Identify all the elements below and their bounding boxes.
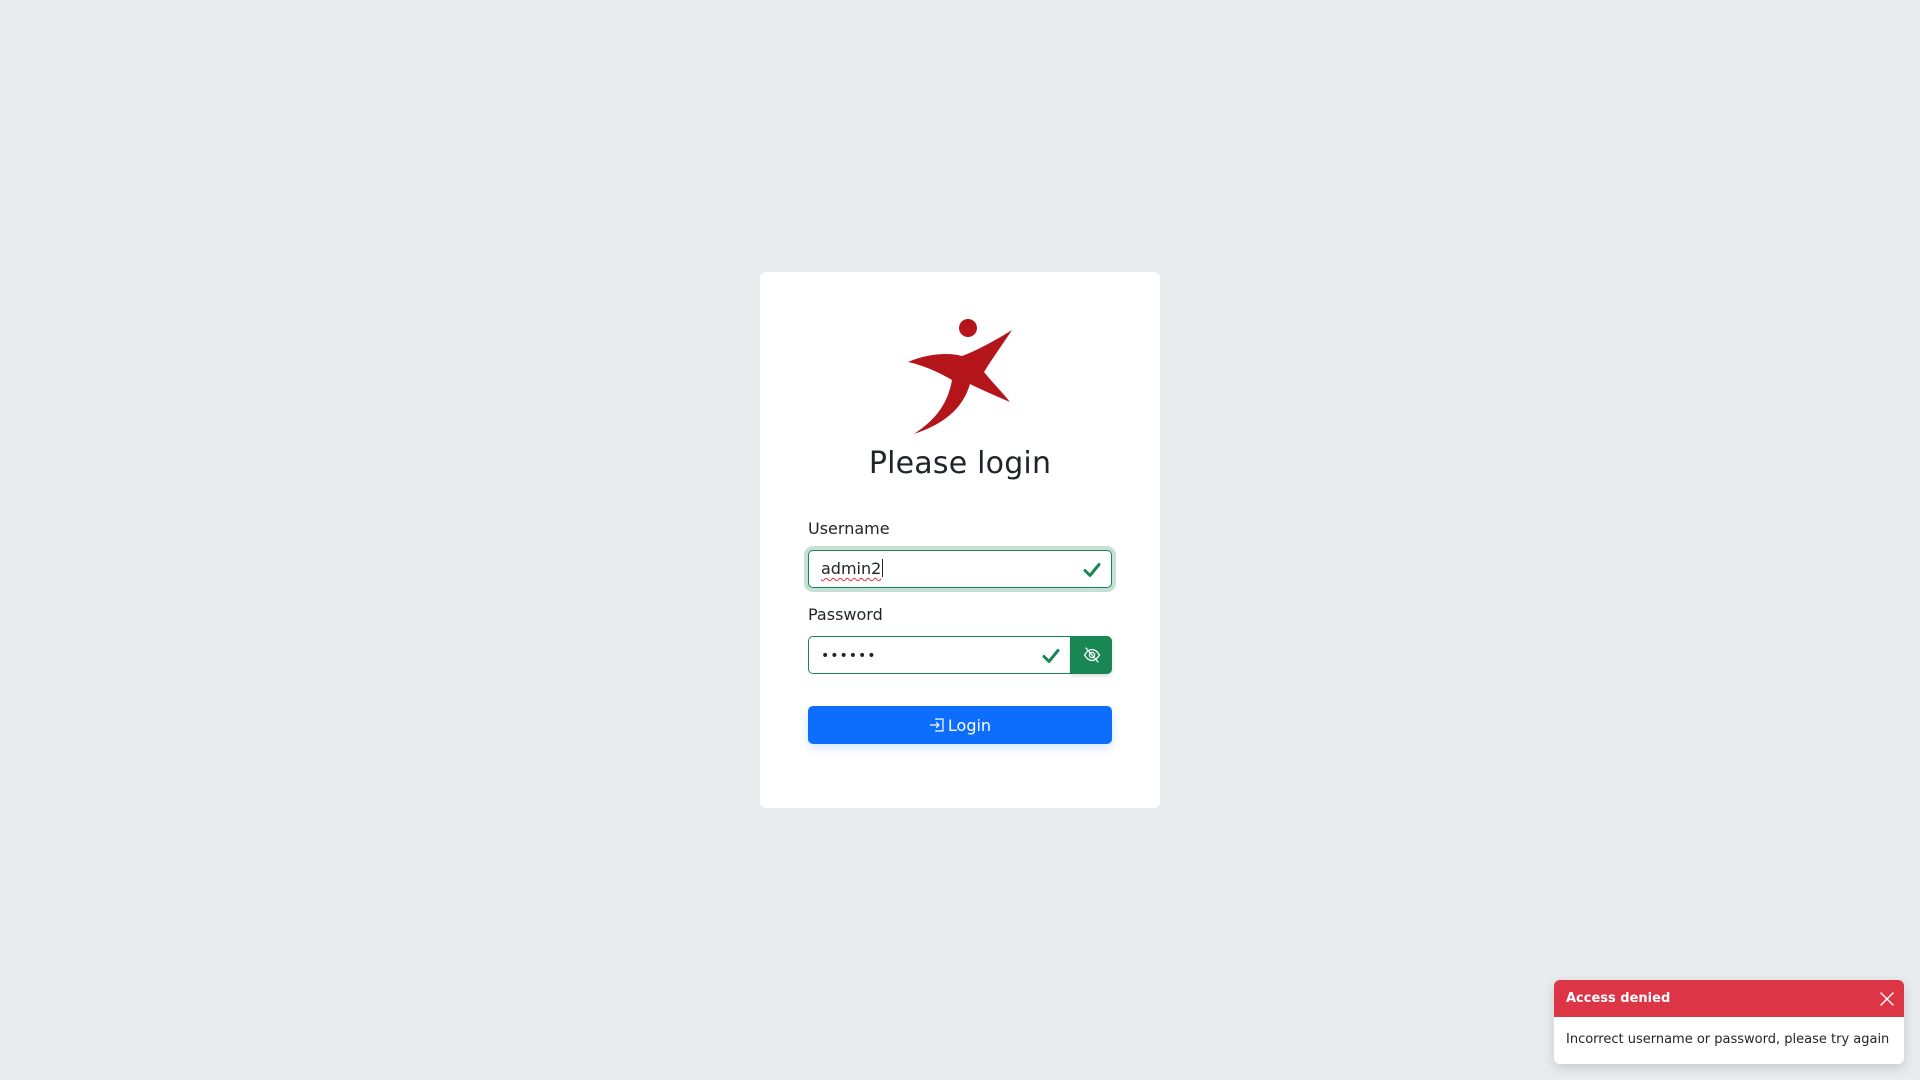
eye-slash-icon: [1083, 647, 1100, 663]
login-button[interactable]: Login: [808, 706, 1112, 744]
password-value: ••••••: [821, 648, 877, 664]
text-caret: [882, 559, 884, 577]
check-icon: [1042, 649, 1060, 663]
page-title: Please login: [868, 446, 1052, 481]
error-toast: Access denied Incorrect username or pass…: [1554, 980, 1904, 1064]
login-card: Please login Username admin2 Password ••…: [760, 272, 1160, 808]
toast-title: Access denied: [1566, 991, 1671, 1006]
password-input[interactable]: ••••••: [808, 636, 1071, 674]
logo: [908, 319, 1012, 434]
check-icon: [1083, 563, 1101, 577]
toast-message: Incorrect username or password, please t…: [1566, 1032, 1890, 1047]
username-label: Username: [808, 519, 890, 538]
toast-header: Access denied: [1554, 980, 1904, 1017]
toggle-password-visibility-button[interactable]: [1071, 636, 1112, 674]
username-input[interactable]: admin2: [808, 550, 1112, 588]
login-button-label: Login: [947, 715, 992, 735]
username-value: admin2: [821, 559, 882, 578]
password-label: Password: [808, 605, 883, 624]
close-icon[interactable]: [1878, 990, 1896, 1008]
box-arrow-in-right-icon: [929, 717, 945, 733]
